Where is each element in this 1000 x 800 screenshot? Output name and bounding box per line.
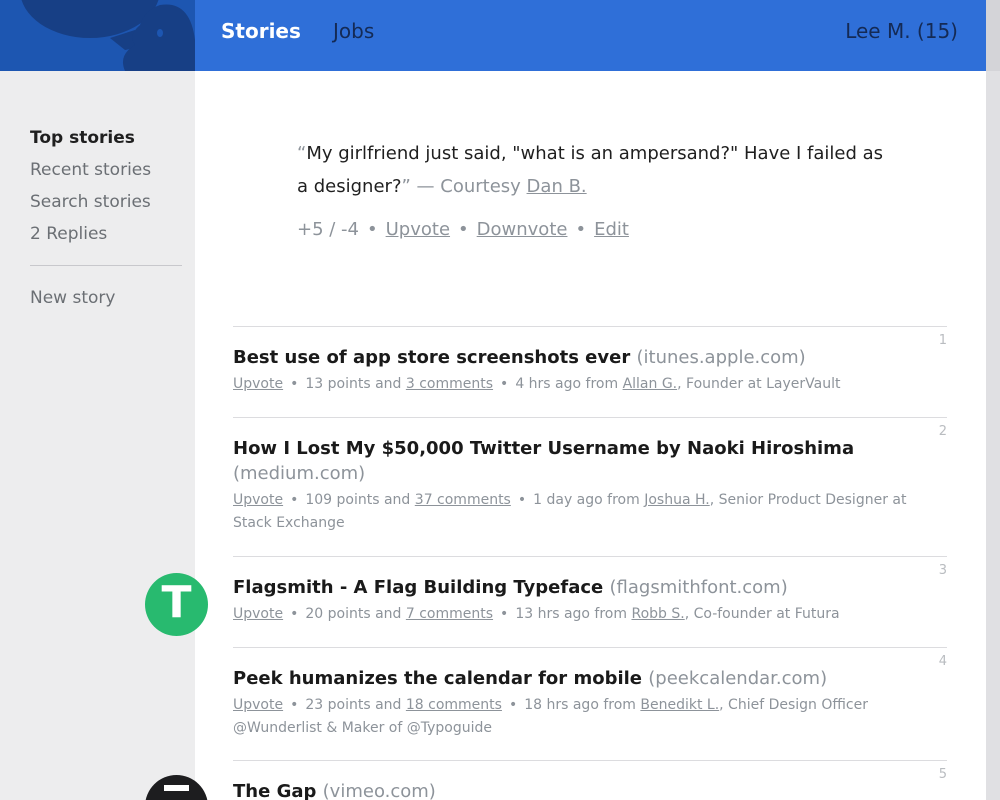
story-rank: 2	[938, 424, 947, 439]
story-rank: 1	[938, 333, 947, 348]
story-author-link[interactable]: Robb S.	[631, 606, 684, 622]
quote-credit-prefix: — Courtesy	[410, 176, 527, 197]
story-rank: 5	[938, 767, 947, 782]
story-title-link[interactable]: The Gap	[233, 781, 316, 800]
story-headline: How I Lost My $50,000 Twitter Username b…	[233, 436, 923, 486]
story-author-link[interactable]: Joshua H.	[644, 492, 710, 508]
main-content: “My girlfriend just said, "what is an am…	[195, 71, 986, 800]
story-points: 109 points and	[305, 492, 411, 508]
story-meta: Upvote • 109 points and 37 comments • 1 day …	[233, 492, 907, 531]
top-bar: Stories Jobs Lee M. (15)	[0, 0, 986, 71]
story-item: 2 How I Lost My $50,000 Twitter Username…	[233, 417, 947, 556]
story-rank: 4	[938, 654, 947, 669]
logo[interactable]	[0, 0, 195, 71]
story-time: 1 day ago from	[533, 492, 640, 508]
story-comments-link[interactable]: 7 comments	[406, 606, 493, 622]
sidebar-divider	[30, 265, 182, 266]
flagsmith-avatar-icon[interactable]: T	[145, 573, 208, 636]
sidebar-item-new-story[interactable]: New story	[30, 288, 115, 308]
story-points: 20 points and	[305, 606, 402, 622]
story-upvote-link[interactable]: Upvote	[233, 697, 283, 713]
story-item: 3 Flagsmith - A Flag Building Typeface (…	[233, 556, 947, 647]
sidebar-item-replies[interactable]: 2 Replies	[30, 224, 107, 244]
story-comments-link[interactable]: 3 comments	[406, 376, 493, 392]
quote-actions: +5 / -4 • Upvote • Downvote • Edit	[297, 219, 629, 240]
story-domain: (vimeo.com)	[322, 781, 436, 800]
story-domain: (itunes.apple.com)	[636, 347, 806, 368]
story-item: 5 The Gap (vimeo.com)	[233, 760, 947, 800]
story-headline: Peek humanizes the calendar for mobile (…	[233, 666, 923, 691]
sidebar-item-top-stories[interactable]: Top stories	[30, 128, 135, 148]
speech-bubble-logo-icon	[21, 0, 195, 71]
sidebar-item-search-stories[interactable]: Search stories	[30, 192, 151, 212]
story-headline: Best use of app store screenshots ever (…	[233, 345, 923, 370]
tab-jobs[interactable]: Jobs	[333, 19, 374, 43]
close-quote-mark: ”	[401, 176, 411, 197]
story-domain: (peekcalendar.com)	[648, 668, 828, 689]
story-meta: Upvote • 20 points and 7 comments • 13 hrs a…	[233, 606, 840, 622]
story-title-link[interactable]: Best use of app store screenshots ever	[233, 347, 630, 368]
story-time: 4 hrs ago from	[515, 376, 619, 392]
story-comments-link[interactable]: 18 comments	[406, 697, 502, 713]
story-item: 4 Peek humanizes the calendar for mobile…	[233, 647, 947, 760]
user-profile-link[interactable]: Lee M. (15)	[845, 19, 958, 43]
story-headline: Flagsmith - A Flag Building Typeface (fl…	[233, 575, 923, 600]
story-domain: (flagsmithfont.com)	[609, 577, 788, 598]
featured-quote: “My girlfriend just said, "what is an am…	[297, 137, 897, 203]
story-points: 13 points and	[305, 376, 402, 392]
story-headline: The Gap (vimeo.com)	[233, 779, 923, 800]
story-upvote-link[interactable]: Upvote	[233, 492, 283, 508]
story-points: 23 points and	[305, 697, 402, 713]
story-comments-link[interactable]: 37 comments	[415, 492, 511, 508]
scrollbar-thumb[interactable]	[986, 0, 1000, 71]
story-author-link[interactable]: Benedikt L.	[640, 697, 719, 713]
story-title-link[interactable]: Peek humanizes the calendar for mobile	[233, 668, 642, 689]
quote-score: +5 / -4	[297, 219, 359, 240]
scrollbar-track[interactable]	[986, 0, 1000, 800]
open-quote-mark: “	[297, 143, 307, 164]
quote-upvote-link[interactable]: Upvote	[386, 219, 450, 240]
tab-stories[interactable]: Stories	[221, 19, 301, 43]
story-meta: Upvote • 23 points and 18 comments • 18 hrs …	[233, 697, 868, 736]
story-upvote-link[interactable]: Upvote	[233, 376, 283, 392]
story-title-link[interactable]: Flagsmith - A Flag Building Typeface	[233, 577, 603, 598]
quote-text: My girlfriend just said, "what is an amp…	[297, 143, 884, 197]
sidebar-item-recent-stories[interactable]: Recent stories	[30, 160, 151, 180]
story-title-link[interactable]: How I Lost My $50,000 Twitter Username b…	[233, 438, 854, 459]
avatar-letter: T	[161, 577, 192, 628]
avatar-glyph	[164, 785, 189, 791]
story-rank: 3	[938, 563, 947, 578]
quote-downvote-link[interactable]: Downvote	[477, 219, 568, 240]
story-item: 1 Best use of app store screenshots ever…	[233, 326, 947, 417]
story-meta: Upvote • 13 points and 3 comments • 4 hrs ag…	[233, 376, 841, 392]
quote-author-link[interactable]: Dan B.	[527, 176, 587, 197]
story-author-role: , Co-founder at Futura	[684, 606, 840, 622]
quote-edit-link[interactable]: Edit	[594, 219, 629, 240]
story-upvote-link[interactable]: Upvote	[233, 606, 283, 622]
story-author-link[interactable]: Allan G.	[623, 376, 678, 392]
story-time: 13 hrs ago from	[515, 606, 628, 622]
story-time: 18 hrs ago from	[524, 697, 636, 713]
story-author-role: , Founder at LayerVault	[677, 376, 841, 392]
story-domain: (medium.com)	[233, 463, 366, 484]
sidebar: Top stories Recent stories Search storie…	[0, 71, 195, 800]
